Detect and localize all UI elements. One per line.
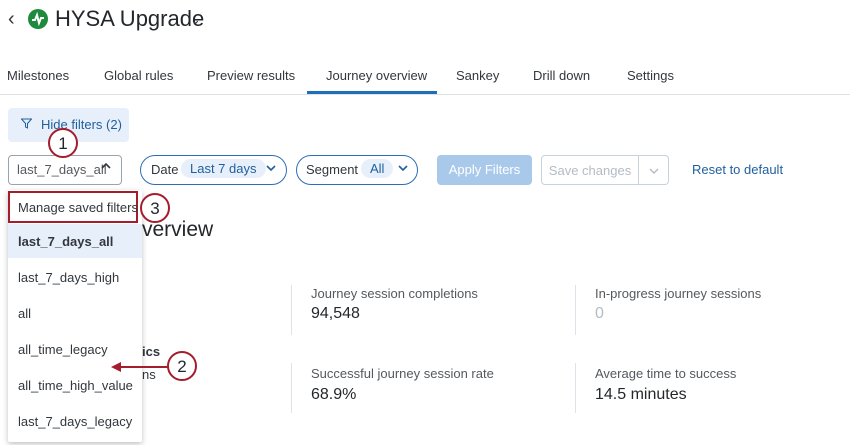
metric-divider [575,285,576,335]
segment-filter-label: Segment [306,162,359,177]
tab-drill-down[interactable]: Drill down [533,68,590,83]
tab-sankey[interactable]: Sankey [456,68,499,83]
metric-divider [291,285,292,335]
callout-arrow [111,362,171,372]
tab-milestones[interactable]: Milestones [7,68,69,83]
date-filter-value[interactable]: Last 7 days [181,159,266,178]
callout-badge-2: 2 [167,351,197,381]
hide-filters-label[interactable]: Hide filters (2) [41,117,122,132]
save-options-chevron-icon[interactable] [639,155,669,185]
tab-bar: Milestones Global rules Preview results … [0,58,850,95]
dropdown-item[interactable]: all [8,296,142,330]
metric-value: 0 [595,305,604,322]
tab-settings[interactable]: Settings [627,68,674,83]
metric-divider [291,363,292,413]
metric-divider [575,363,576,413]
manage-saved-filters-label[interactable]: Manage saved filters [18,200,138,215]
title-chevron-down-icon[interactable]: ⌄ [190,12,201,28]
metric-value: 94,548 [311,305,360,322]
active-tab-indicator [307,91,437,94]
dropdown-item[interactable]: last_7_days_legacy [8,404,142,438]
segment-chevron-down-icon[interactable] [397,162,409,177]
callout-badge-3: 3 [140,193,170,223]
pulse-icon [28,9,48,29]
date-filter-label: Date [151,162,179,177]
metric-label: In-progress journey sessions [595,286,762,301]
metric-value: 68.9% [311,386,357,403]
metric-label: Successful journey session rate [311,366,494,381]
date-chevron-down-icon[interactable] [265,162,277,177]
page-title: HYSA Upgrade [55,6,205,31]
back-chevron-icon[interactable]: ‹ [8,8,15,31]
chevron-up-icon[interactable] [100,160,112,175]
metric-label: Journey session completions [311,286,478,301]
segment-filter-value[interactable]: All [361,159,394,178]
apply-filters-button[interactable]: Apply Filters [437,155,532,185]
save-changes-button[interactable]: Save changes [541,155,639,185]
tab-global-rules[interactable]: Global rules [104,68,173,83]
dropdown-item[interactable]: last_7_days_all [8,224,142,258]
saved-filter-value[interactable]: last_7_days_all [17,162,107,177]
tab-preview-results[interactable]: Preview results [207,68,295,83]
callout-badge-1: 1 [48,128,78,158]
dropdown-item[interactable]: last_7_days_high [8,260,142,294]
tab-journey-overview[interactable]: Journey overview [326,68,427,83]
metric-value: 14.5 minutes [595,386,687,403]
funnel-icon [20,118,33,132]
reset-to-default-link[interactable]: Reset to default [692,162,783,177]
metric-label: Average time to success [595,366,737,381]
